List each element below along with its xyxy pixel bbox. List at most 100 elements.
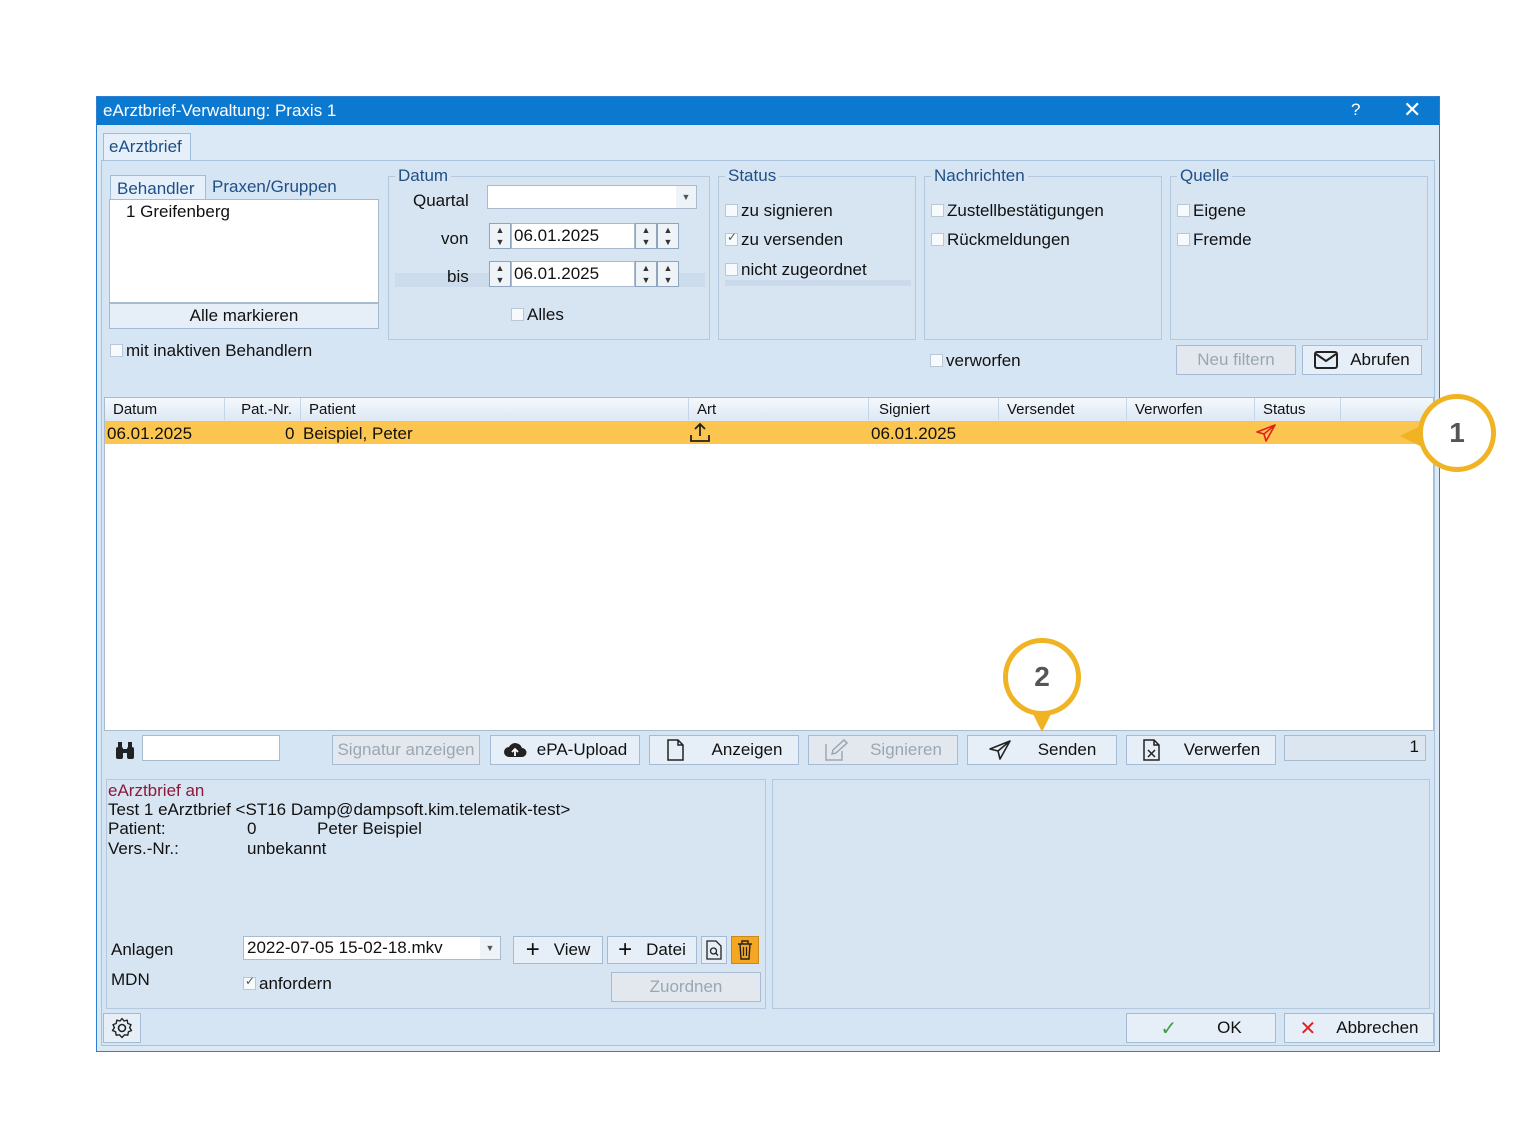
zu-signieren-label: zu signieren	[741, 201, 833, 220]
rueckmeldungen-checkbox[interactable]	[931, 233, 944, 246]
abbrechen-button[interactable]: ✕ Abbrechen	[1284, 1013, 1434, 1043]
list-item[interactable]: 1 Greifenberg	[110, 200, 378, 222]
table-row[interactable]: 06.01.2025 0 Beispiel, Peter 06.01.2025	[105, 422, 1433, 444]
chevron-down-icon[interactable]: ▼	[676, 186, 696, 208]
detail-vers-label: Vers.-Nr.:	[108, 839, 179, 858]
search-input[interactable]	[142, 735, 280, 761]
verworfen-checkbox[interactable]	[930, 354, 943, 367]
quartal-select[interactable]: ▼	[487, 185, 697, 209]
fremde-checkbox[interactable]	[1177, 233, 1190, 246]
table-header: Datum Pat.-Nr. Patient Art Signiert Vers…	[105, 398, 1433, 422]
nachrichten-option-rueckmeldungen[interactable]: Rückmeldungen	[931, 230, 1070, 250]
delete-button[interactable]	[731, 936, 759, 964]
neu-filtern-button[interactable]: Neu filtern	[1176, 345, 1296, 375]
tab-behandler[interactable]: Behandler	[110, 175, 206, 201]
senden-label: Senden	[1037, 740, 1097, 759]
view-label: View	[553, 940, 591, 959]
preview-button[interactable]	[701, 936, 727, 964]
callout-1: 1	[1418, 394, 1496, 472]
detail-panel: eArztbrief an Test 1 eArztbrief <ST16 Da…	[106, 779, 766, 1009]
epa-upload-button[interactable]: ePA-Upload	[490, 735, 640, 765]
status-title: Status	[725, 166, 780, 186]
col-patient[interactable]: Patient	[301, 398, 689, 420]
alles-checkbox[interactable]	[511, 308, 524, 321]
nicht-zugeordnet-label: nicht zugeordnet	[741, 260, 867, 279]
status-option-zu-signieren[interactable]: zu signieren	[725, 201, 833, 221]
zuordnen-button[interactable]: Zuordnen	[611, 972, 761, 1002]
col-verworfen[interactable]: Verworfen	[1127, 398, 1255, 420]
chevron-down-icon[interactable]: ▼	[480, 937, 500, 959]
col-signiert[interactable]: Signiert	[869, 398, 999, 420]
behandler-list[interactable]: 1 Greifenberg	[109, 199, 379, 303]
detail-recipient: Test 1 eArztbrief <ST16 Damp@dampsoft.ki…	[108, 800, 571, 819]
col-status[interactable]: Status	[1255, 398, 1341, 420]
bis-spinner-left[interactable]: ▲ ▼	[489, 261, 511, 287]
anzeigen-label: Anzeigen	[711, 740, 783, 759]
edit-icon	[825, 739, 849, 761]
status-group: Status zu signieren zu versenden nicht z…	[718, 166, 916, 340]
detail-heading: eArztbrief an	[108, 781, 205, 800]
von-date-input[interactable]: 06.01.2025	[511, 223, 635, 249]
quelle-option-fremde[interactable]: Fremde	[1177, 230, 1252, 250]
quelle-option-eigene[interactable]: Eigene	[1177, 201, 1246, 221]
help-button[interactable]: ?	[1351, 100, 1360, 120]
anlagen-select[interactable]: 2022-07-05 15-02-18.mkv ▼	[243, 936, 501, 960]
eigene-label: Eigene	[1193, 201, 1246, 220]
tab-praxen-gruppen[interactable]: Praxen/Gruppen	[212, 177, 337, 197]
close-button[interactable]: ✕	[1403, 97, 1421, 123]
status-option-zu-versenden[interactable]: zu versenden	[725, 230, 843, 250]
col-versendet[interactable]: Versendet	[999, 398, 1127, 420]
row-pat-nr: 0	[285, 424, 295, 443]
von-spinner-right[interactable]: ▲ ▼	[635, 223, 657, 249]
paper-plane-icon	[988, 740, 1011, 760]
row-signiert: 06.01.2025	[871, 424, 957, 443]
document-delete-icon	[1142, 739, 1160, 761]
view-button[interactable]: + View	[513, 936, 603, 964]
document-icon	[666, 739, 684, 761]
zu-versenden-checkbox[interactable]	[725, 230, 738, 246]
binoculars-icon[interactable]	[114, 741, 136, 761]
col-pat-nr[interactable]: Pat.-Nr.	[225, 398, 301, 420]
von-spinner-step[interactable]: ▲ ▼	[657, 223, 679, 249]
row-patient: Beispiel, Peter	[303, 424, 413, 443]
status-option-nicht-zugeordnet[interactable]: nicht zugeordnet	[725, 260, 911, 286]
inactive-behandler-option[interactable]: mit inaktiven Behandlern	[110, 341, 312, 361]
col-art[interactable]: Art	[689, 398, 869, 420]
col-datum[interactable]: Datum	[105, 398, 225, 420]
detail-patient-label: Patient:	[108, 819, 166, 838]
settings-button[interactable]	[103, 1013, 141, 1043]
mdn-checkbox[interactable]	[243, 974, 256, 990]
von-label: von	[441, 229, 469, 248]
signieren-button[interactable]: Signieren	[808, 735, 958, 765]
count-display: 1	[1284, 735, 1426, 761]
mark-all-button[interactable]: Alle markieren	[109, 303, 379, 329]
ok-button[interactable]: ✓ OK	[1126, 1013, 1276, 1043]
zustell-checkbox[interactable]	[931, 204, 944, 217]
inactive-checkbox[interactable]	[110, 344, 123, 357]
eigene-checkbox[interactable]	[1177, 204, 1190, 217]
nicht-zugeordnet-checkbox[interactable]	[725, 263, 738, 276]
quelle-group: Quelle Eigene Fremde	[1170, 166, 1428, 340]
trash-icon	[738, 940, 752, 960]
verworfen-option[interactable]: verworfen	[930, 351, 1021, 371]
signatur-anzeigen-button[interactable]: Signatur anzeigen	[332, 735, 480, 765]
bis-spinner-step[interactable]: ▲ ▼	[657, 261, 679, 287]
verwerfen-button[interactable]: Verwerfen	[1126, 735, 1276, 765]
document-search-icon	[706, 940, 722, 960]
datei-button[interactable]: + Datei	[607, 936, 697, 964]
abrufen-button[interactable]: Abrufen	[1302, 345, 1422, 375]
bis-spinner-right[interactable]: ▲ ▼	[635, 261, 657, 287]
datum-group: Datum Quartal ▼ von ▲ ▼ 06.01.2025 ▲ ▼ ▲ ▼ …	[388, 166, 710, 340]
nachrichten-option-zustell[interactable]: Zustellbestätigungen	[931, 201, 1104, 221]
mdn-option[interactable]: anfordern	[243, 974, 332, 994]
senden-button[interactable]: Senden	[967, 735, 1117, 765]
tab-earztbrief[interactable]: eArztbrief	[103, 133, 191, 161]
alles-option[interactable]: Alles	[511, 305, 564, 325]
anzeigen-button[interactable]: Anzeigen	[649, 735, 799, 765]
abrufen-label: Abrufen	[1350, 350, 1410, 369]
bis-date-input[interactable]: 06.01.2025	[511, 261, 635, 287]
zu-signieren-checkbox[interactable]	[725, 204, 738, 217]
cloud-upload-icon	[503, 743, 527, 757]
von-spinner-left[interactable]: ▲ ▼	[489, 223, 511, 249]
preview-panel	[772, 779, 1430, 1009]
